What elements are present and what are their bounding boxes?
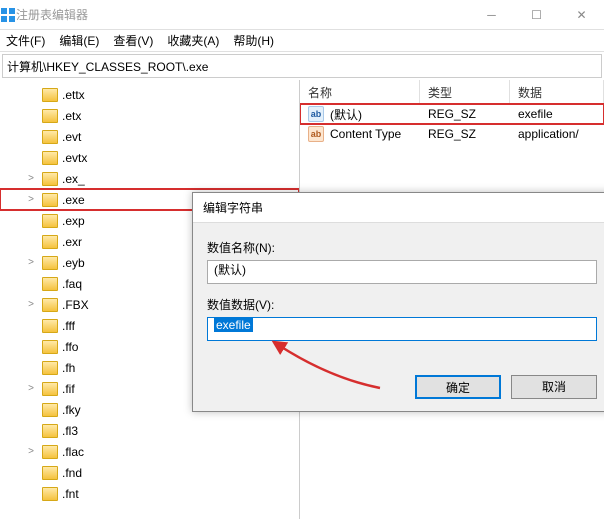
menu-file[interactable]: 文件(F) [6, 32, 45, 49]
dialog-title: 编辑字符串 [193, 193, 604, 223]
value-name-label: 数值名称(N): [207, 239, 597, 256]
tree-item-label: .faq [62, 277, 82, 291]
tree-item-label: .fff [62, 319, 75, 333]
value-type: REG_SZ [420, 127, 510, 141]
tree-item-label: .exp [62, 214, 85, 228]
folder-icon [42, 109, 58, 123]
tree-item[interactable]: .fnd [0, 462, 299, 483]
values-body: ab(默认)REG_SZexefileabContent TypeREG_SZa… [300, 104, 604, 144]
tree-item[interactable]: .etx [0, 105, 299, 126]
value-name: (默认) [328, 106, 420, 123]
titlebar: 注册表编辑器 ─ ☐ ✕ [0, 0, 604, 30]
folder-icon [42, 319, 58, 333]
value-type: REG_SZ [420, 107, 510, 121]
value-data: application/ [510, 127, 604, 141]
tree-item-label: .flac [62, 445, 84, 459]
value-row[interactable]: ab(默认)REG_SZexefile [300, 104, 604, 124]
app-icon [0, 7, 16, 23]
folder-icon [42, 487, 58, 501]
col-type[interactable]: 类型 [420, 80, 510, 103]
tree-item-label: .ffo [62, 340, 78, 354]
tree-item-label: .ex_ [62, 172, 85, 186]
cancel-button[interactable]: 取消 [511, 375, 597, 399]
folder-icon [42, 88, 58, 102]
tree-item-label: .fnt [62, 487, 79, 501]
value-data-input[interactable]: exefile [207, 317, 597, 341]
value-name: Content Type [328, 127, 420, 141]
tree-item-label: .fh [62, 361, 75, 375]
folder-icon [42, 382, 58, 396]
value-data-label: 数值数据(V): [207, 296, 597, 313]
value-name-input[interactable]: (默认) [207, 260, 597, 284]
chevron-icon[interactable]: > [26, 173, 36, 184]
folder-icon [42, 151, 58, 165]
value-data: exefile [510, 107, 604, 121]
tree-item[interactable]: .fl3 [0, 420, 299, 441]
folder-icon [42, 298, 58, 312]
tree-item[interactable]: .ettx [0, 84, 299, 105]
tree-item-label: .exr [62, 235, 82, 249]
folder-icon [42, 277, 58, 291]
tree-item-label: .evt [62, 130, 81, 144]
tree-item-label: .evtx [62, 151, 87, 165]
window-title: 注册表编辑器 [16, 6, 469, 23]
tree-item[interactable]: .evt [0, 126, 299, 147]
values-header: 名称 类型 数据 [300, 80, 604, 104]
folder-icon [42, 466, 58, 480]
folder-icon [42, 403, 58, 417]
folder-icon [42, 193, 58, 207]
chevron-icon[interactable]: > [26, 383, 36, 394]
tree-item-label: .fl3 [62, 424, 78, 438]
chevron-icon[interactable]: > [26, 257, 36, 268]
tree-item[interactable]: > .flac [0, 441, 299, 462]
tree-item-label: .fif [62, 382, 75, 396]
folder-icon [42, 214, 58, 228]
tree-item[interactable]: .evtx [0, 147, 299, 168]
menu-help[interactable]: 帮助(H) [233, 32, 274, 49]
tree-item-label: .fky [62, 403, 81, 417]
folder-icon [42, 130, 58, 144]
address-bar[interactable]: 计算机\HKEY_CLASSES_ROOT\.exe [2, 54, 602, 78]
menu-view[interactable]: 查看(V) [113, 32, 153, 49]
chevron-icon[interactable]: > [26, 446, 36, 457]
tree-item-label: .eyb [62, 256, 85, 270]
folder-icon [42, 361, 58, 375]
tree-item-label: .FBX [62, 298, 89, 312]
value-data-text: exefile [214, 318, 253, 332]
window-buttons: ─ ☐ ✕ [469, 0, 604, 30]
string-icon: ab [308, 106, 324, 122]
chevron-icon[interactable]: > [26, 194, 36, 205]
tree-item[interactable]: > .ex_ [0, 168, 299, 189]
value-name-text: (默认) [214, 263, 246, 277]
address-text: 计算机\HKEY_CLASSES_ROOT\.exe [7, 58, 208, 75]
chevron-icon[interactable]: > [26, 299, 36, 310]
dialog-buttons: 确定 取消 [415, 375, 597, 399]
menu-favorites[interactable]: 收藏夹(A) [167, 32, 219, 49]
tree-item-label: .fnd [62, 466, 82, 480]
edit-string-dialog: 编辑字符串 数值名称(N): (默认) 数值数据(V): exefile 确定 … [192, 192, 604, 412]
ok-button[interactable]: 确定 [415, 375, 501, 399]
value-row[interactable]: ab Content TypeREG_SZapplication/ [300, 124, 604, 144]
folder-icon [42, 235, 58, 249]
tree-item-label: .etx [62, 109, 81, 123]
string-icon: ab [308, 126, 324, 142]
menu-edit[interactable]: 编辑(E) [59, 32, 99, 49]
dialog-body: 数值名称(N): (默认) 数值数据(V): exefile [193, 223, 604, 351]
folder-icon [42, 424, 58, 438]
close-button[interactable]: ✕ [559, 0, 604, 30]
folder-icon [42, 445, 58, 459]
tree-item-label: .exe [62, 193, 85, 207]
folder-icon [42, 256, 58, 270]
tree-item[interactable]: .fnt [0, 483, 299, 504]
col-name[interactable]: 名称 [300, 80, 420, 103]
col-data[interactable]: 数据 [510, 80, 604, 103]
maximize-button[interactable]: ☐ [514, 0, 559, 30]
folder-icon [42, 172, 58, 186]
menubar: 文件(F) 编辑(E) 查看(V) 收藏夹(A) 帮助(H) [0, 30, 604, 52]
folder-icon [42, 340, 58, 354]
tree-item-label: .ettx [62, 88, 85, 102]
minimize-button[interactable]: ─ [469, 0, 514, 30]
